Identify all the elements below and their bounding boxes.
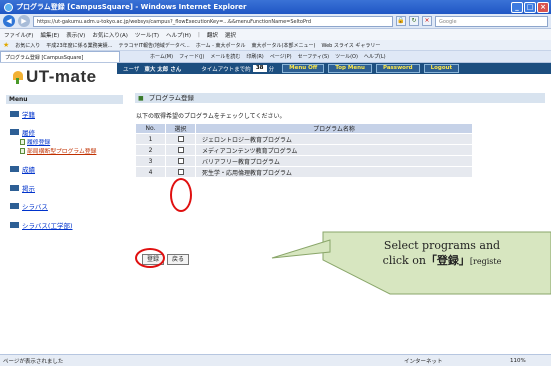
zoom-level[interactable]: 110% (510, 358, 526, 364)
internet-zone: インターネット (404, 358, 443, 365)
callout-shape (271, 231, 551, 295)
callout-line-1: Select programs and (383, 239, 501, 252)
status-text: ページが表示されました (3, 358, 64, 365)
callout-line-2: click on「登録」[registe (382, 254, 502, 267)
callout-text: Select programs and click on「登録」[registe (332, 238, 551, 269)
status-bar: ページが表示されました インターネット 110% (0, 354, 551, 366)
